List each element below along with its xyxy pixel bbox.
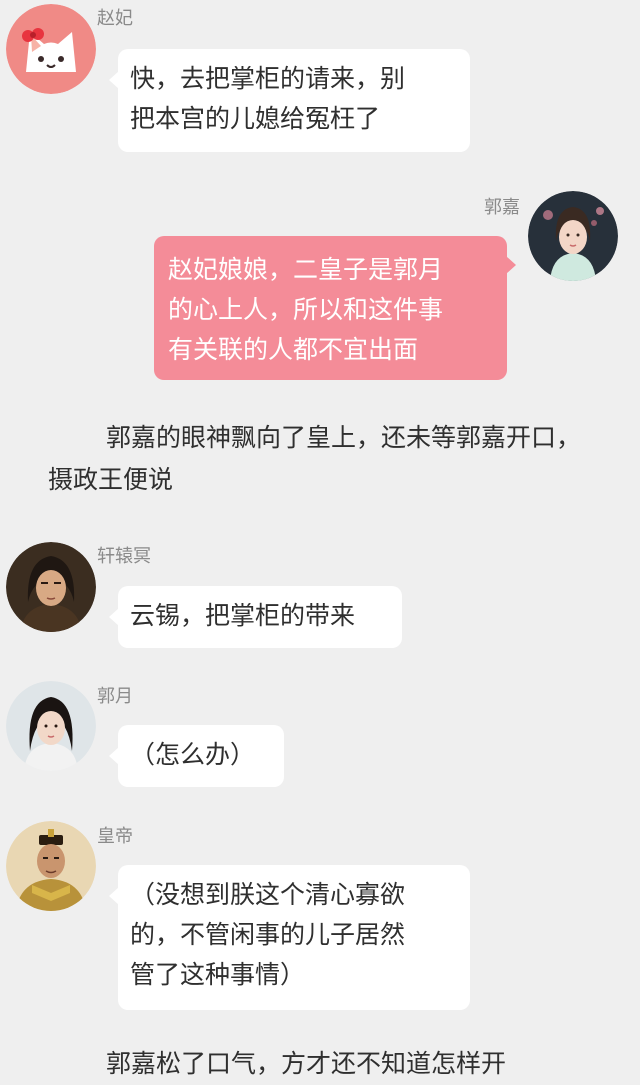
sender-name: 郭月 (97, 686, 133, 707)
message-bubble[interactable]: 快，去把掌柜的请来，别 把本宫的儿媳给冤枉了 (109, 49, 470, 152)
sender-name: 轩辕冥 (97, 546, 151, 567)
narration-line: 郭嘉的眼神飘向了皇上，还未等郭嘉 (106, 423, 507, 452)
message-line: 把本宫的儿媳给冤枉了 (130, 104, 381, 133)
message-line: 的心上人，所以和这件事 (168, 295, 444, 324)
woman-portrait-avatar-icon[interactable] (528, 191, 618, 281)
narration-text: 郭嘉的眼神飘向了皇上，还未等郭嘉开口，摄政王便说 (48, 417, 588, 501)
narration-text: 郭嘉松了口气，方才还不知道怎样开 (48, 1043, 588, 1085)
message-line: 快，去把掌柜的请来，别 (130, 64, 406, 93)
chat-message-emperor: 皇帝 （没想到朕这个清心寡欲 的，不管闲事的儿子居然 管了这种事情） (0, 815, 640, 1015)
sender-name: 郭嘉 (484, 197, 520, 218)
chat-message-guo-jia: 郭嘉 赵妃娘娘，二皇子是郭月 的心上人，所以和这件事 有关联的人都不宜出面 (0, 185, 640, 385)
chat-message-zhao-fei: 赵妃 快，去把掌柜的请来，别 把本宫的儿媳给冤枉了 (0, 0, 640, 160)
message-line: 管了这种事情） (130, 960, 306, 989)
chat-message-xuanyuan-ming: 轩辕冥 云锡，把掌柜的带来 (0, 535, 640, 648)
message-line: 的，不管闲事的儿子居然 (130, 920, 406, 949)
cat-avatar-icon[interactable] (6, 4, 96, 94)
message-bubble[interactable]: （怎么办） (109, 725, 284, 787)
sender-name: 皇帝 (97, 826, 133, 847)
message-bubble[interactable]: （没想到朕这个清心寡欲 的，不管闲事的儿子居然 管了这种事情） (109, 865, 470, 1010)
message-line: 有关联的人都不宜出面 (168, 335, 419, 364)
sender-name: 赵妃 (97, 8, 133, 29)
emperor-portrait-avatar-icon[interactable] (6, 821, 96, 911)
message-bubble[interactable]: 云锡，把掌柜的带来 (109, 586, 402, 648)
woman-portrait-avatar-icon[interactable] (6, 681, 96, 771)
message-line: 赵妃娘娘，二皇子是郭月 (168, 255, 444, 284)
chat-message-guo-yue: 郭月 （怎么办） (0, 675, 640, 790)
message-bubble[interactable]: 赵妃娘娘，二皇子是郭月 的心上人，所以和这件事 有关联的人都不宜出面 (154, 236, 516, 380)
message-line: 云锡，把掌柜的带来 (130, 601, 356, 630)
narration-line: 郭嘉松了口气，方才还不知道怎样开 (106, 1049, 507, 1078)
message-line: （怎么办） (130, 740, 256, 769)
man-portrait-avatar-icon[interactable] (6, 542, 96, 632)
message-line: （没想到朕这个清心寡欲 (130, 880, 406, 909)
